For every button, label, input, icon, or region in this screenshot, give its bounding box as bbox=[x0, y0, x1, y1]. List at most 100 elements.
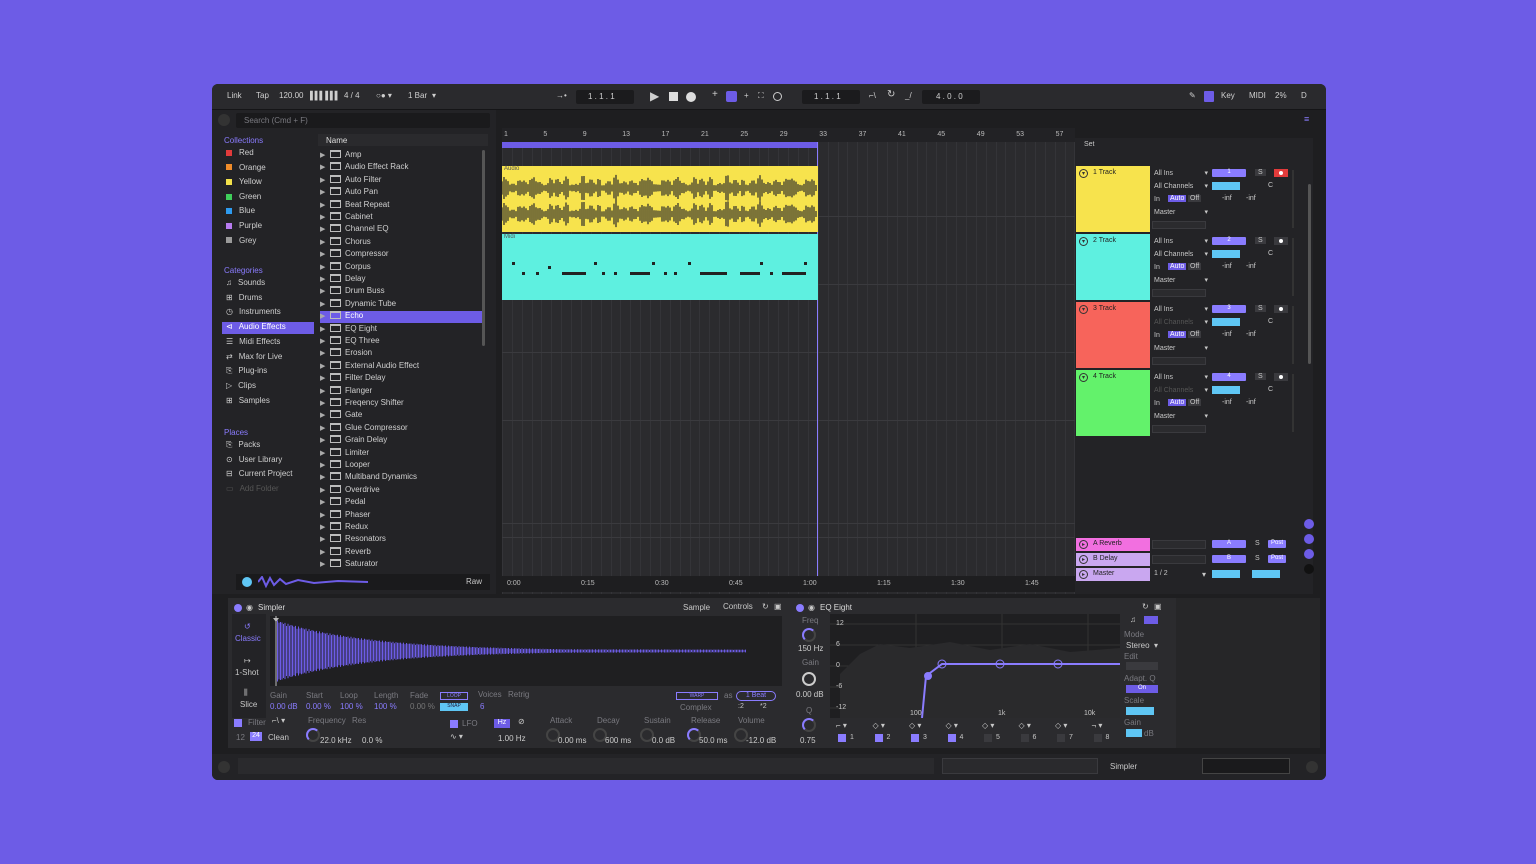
envelope-value[interactable]: -12.0 dB bbox=[746, 736, 776, 745]
fold-icon[interactable]: ▾ bbox=[1079, 373, 1088, 382]
output-select[interactable]: Master bbox=[1154, 277, 1175, 284]
voices-value[interactable]: 6 bbox=[480, 702, 484, 711]
expand-arrow-icon[interactable]: ▶ bbox=[320, 449, 330, 457]
expand-arrow-icon[interactable]: ▶ bbox=[320, 250, 330, 258]
param-value[interactable]: 100 % bbox=[374, 702, 397, 711]
browser-list-item[interactable]: ▶ Resonators bbox=[320, 534, 483, 546]
expand-arrow-icon[interactable]: ▶ bbox=[320, 411, 330, 419]
expand-arrow-icon[interactable]: ▶ bbox=[320, 213, 330, 221]
detail-toggle-icon[interactable] bbox=[1306, 761, 1318, 773]
browser-list-item[interactable]: ▶ Phaser bbox=[320, 509, 483, 522]
browser-list-item[interactable]: ▶ Corpus bbox=[320, 261, 483, 274]
expand-arrow-icon[interactable]: ▶ bbox=[320, 263, 330, 271]
track-activator[interactable]: 4 bbox=[1212, 373, 1246, 381]
browser-list-item[interactable]: ▶ Channel EQ bbox=[320, 224, 483, 236]
browser-list-item[interactable]: ▶ Overdrive bbox=[320, 484, 483, 497]
browser-list-item[interactable]: ▶ Drum Buss bbox=[320, 286, 483, 298]
category-item[interactable]: ▷ Clips bbox=[222, 381, 314, 393]
track-activator[interactable]: 2 bbox=[1212, 237, 1246, 245]
channel-select[interactable]: All Channels bbox=[1154, 319, 1193, 326]
double-button[interactable]: *2 bbox=[760, 703, 767, 710]
output-select[interactable]: Master bbox=[1154, 209, 1175, 216]
midi-map-button[interactable]: MIDI bbox=[1249, 91, 1266, 100]
filter-shape-icon[interactable]: ◇ ▾ bbox=[873, 721, 885, 730]
menu-icon[interactable]: ≡ bbox=[1304, 114, 1312, 124]
monitor-off[interactable]: Off bbox=[1188, 331, 1202, 338]
punch-out-icon[interactable]: _/ bbox=[905, 91, 912, 100]
browser-list-item[interactable]: ▶ Auto Pan bbox=[320, 187, 483, 199]
input-select[interactable]: All Ins bbox=[1154, 238, 1173, 245]
search-input[interactable]: Search (Cmd + F) bbox=[236, 113, 490, 128]
filter-shape-icon[interactable]: ◇ ▾ bbox=[982, 721, 994, 730]
browser-list-item[interactable]: ▶ Beat Repeat bbox=[320, 199, 483, 212]
headphones-icon[interactable]: ♫ bbox=[1130, 615, 1136, 624]
channel-select[interactable]: All Channels bbox=[1154, 387, 1193, 394]
sample-tab[interactable]: Sample bbox=[683, 603, 710, 612]
place-item[interactable]: ⊙ User Library bbox=[226, 455, 282, 464]
volume-slider[interactable] bbox=[1212, 250, 1240, 258]
add-icon[interactable]: + bbox=[744, 91, 749, 100]
frequency-value[interactable]: 22.0 kHz bbox=[320, 736, 352, 745]
nudge-icon[interactable]: ▌▌▌ ▌▌▌ bbox=[310, 91, 340, 100]
play-icon[interactable]: ▸ bbox=[1079, 570, 1088, 579]
collection-item[interactable]: Orange bbox=[226, 163, 266, 172]
track-activator[interactable]: 1 bbox=[1212, 169, 1246, 177]
expand-arrow-icon[interactable]: ▶ bbox=[320, 362, 330, 370]
track-header[interactable]: ▾ 4 Track bbox=[1076, 370, 1150, 436]
warp-beats-select[interactable]: 1 Beat bbox=[736, 691, 776, 701]
param-value[interactable]: 100 % bbox=[340, 702, 363, 711]
expand-arrow-icon[interactable]: ▶ bbox=[320, 201, 330, 209]
channel-select[interactable]: All Channels bbox=[1154, 183, 1193, 190]
save-icon[interactable]: ▣ bbox=[1154, 602, 1162, 611]
filter-shape-icon[interactable]: ¬ ▾ bbox=[1092, 721, 1103, 730]
loop-length-field[interactable]: 4 . 0 . 0 bbox=[922, 90, 980, 104]
volume-slider[interactable] bbox=[1212, 182, 1240, 190]
envelope-value[interactable]: 0.0 dB bbox=[652, 736, 675, 745]
expand-arrow-icon[interactable]: ▶ bbox=[320, 560, 330, 568]
envelope-value[interactable]: 0.00 ms bbox=[558, 736, 586, 745]
stop-icon[interactable] bbox=[669, 92, 678, 101]
key-map-button[interactable]: Key bbox=[1221, 91, 1235, 100]
arm-button[interactable] bbox=[1274, 305, 1288, 313]
return-output[interactable] bbox=[1152, 540, 1206, 549]
loop-icon[interactable]: ↻ bbox=[887, 89, 895, 100]
view-toggle-icon[interactable] bbox=[1304, 549, 1314, 559]
play-icon[interactable]: ▸ bbox=[1079, 555, 1088, 564]
beat-ruler[interactable]: 1 5 9 13 17 21 25 29 33 37 41 45 49 53 57 bbox=[502, 128, 1075, 142]
q-value[interactable]: 0.75 bbox=[800, 736, 816, 745]
arm-button[interactable] bbox=[1274, 169, 1288, 177]
browser-list-item[interactable]: ▶ External Audio Effect bbox=[320, 360, 483, 373]
browser-list-item[interactable]: ▶ EQ Three bbox=[320, 336, 483, 348]
browser-list-item[interactable]: ▶ Echo bbox=[320, 311, 483, 324]
automation-arm-icon[interactable] bbox=[726, 91, 737, 102]
slice-mode[interactable]: Slice bbox=[240, 700, 257, 709]
monitor-off[interactable]: Off bbox=[1188, 195, 1202, 202]
adapt-q-toggle[interactable]: On bbox=[1126, 685, 1158, 693]
warp-toggle[interactable]: WARP bbox=[676, 692, 718, 700]
param-value[interactable]: 0.00 % bbox=[410, 702, 435, 711]
browser-list-item[interactable]: ▶ Flanger bbox=[320, 385, 483, 398]
envelope-value[interactable]: 600 ms bbox=[605, 736, 631, 745]
filter-circuit-select[interactable]: Clean bbox=[268, 733, 289, 742]
monitor-auto[interactable]: Auto bbox=[1168, 399, 1187, 406]
solo-button[interactable]: S bbox=[1255, 305, 1266, 312]
device-on-icon[interactable] bbox=[796, 604, 804, 612]
filter-type-icon[interactable]: ⌐\ ▾ bbox=[272, 716, 285, 725]
filter-toggle[interactable] bbox=[234, 719, 242, 727]
return-activator[interactable]: B bbox=[1212, 555, 1246, 563]
browser-list-item[interactable]: ▶ Limiter bbox=[320, 447, 483, 460]
output-channel[interactable] bbox=[1152, 221, 1206, 229]
time-signature[interactable]: 4 / 4 bbox=[344, 91, 360, 100]
classic-mode[interactable]: Classic bbox=[235, 634, 261, 643]
freq-value[interactable]: 150 Hz bbox=[798, 644, 823, 653]
filter-shape-icon[interactable]: ◇ ▾ bbox=[1019, 721, 1031, 730]
envelope-value[interactable]: 50.0 ms bbox=[699, 736, 727, 745]
output-select[interactable]: Master bbox=[1154, 345, 1175, 352]
computer-keyboard-icon[interactable] bbox=[1204, 91, 1214, 102]
expand-arrow-icon[interactable]: ▶ bbox=[320, 325, 330, 333]
expand-arrow-icon[interactable]: ▶ bbox=[320, 238, 330, 246]
time-ruler[interactable]: 0:00 0:15 0:30 0:45 1:00 1:15 1:30 1:45 bbox=[502, 576, 1075, 592]
tempo-field[interactable]: 120.00 bbox=[279, 91, 303, 100]
expand-arrow-icon[interactable]: ▶ bbox=[320, 511, 330, 519]
filter-shape-icon[interactable]: ◇ ▾ bbox=[946, 721, 958, 730]
